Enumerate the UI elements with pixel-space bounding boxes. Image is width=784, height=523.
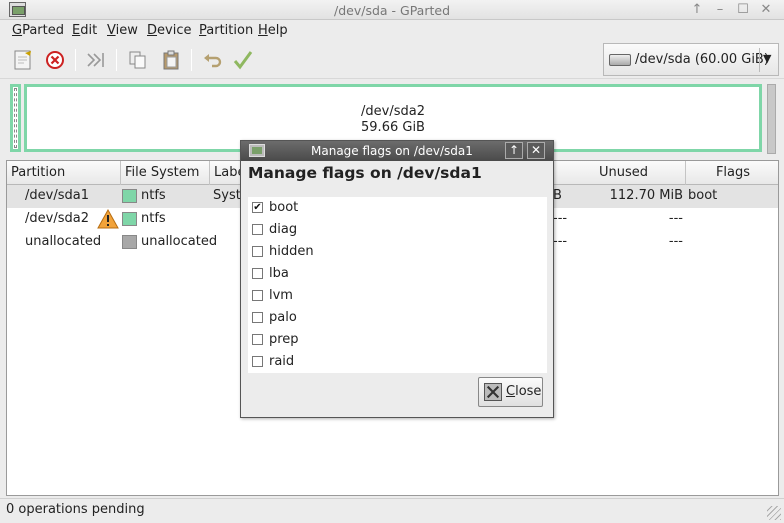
status-bar: 0 operations pending <box>0 498 784 523</box>
dialog-heading: Manage flags on /dev/sda1 <box>248 164 482 182</box>
flag-lvm[interactable]: lvm <box>248 285 547 307</box>
paste-icon[interactable] <box>158 47 184 73</box>
menu-edit[interactable]: Edit <box>72 23 97 38</box>
partition-name: /dev/sda2 <box>25 211 89 226</box>
delete-icon[interactable] <box>42 47 68 73</box>
device-selector[interactable]: /dev/sda (60.00 GiB) ▼ <box>603 43 779 76</box>
flag-label: prep <box>269 332 299 347</box>
toolbar-separator <box>116 49 117 71</box>
disk-partition-sda1[interactable] <box>10 84 21 152</box>
flag-label: lba <box>269 266 289 281</box>
new-partition-icon[interactable] <box>10 47 36 73</box>
disk-partition-size: 59.66 GiB <box>361 120 425 135</box>
dialog-title: Manage flags on /dev/sda1 <box>311 144 473 158</box>
close-button-label: Close <box>506 384 542 399</box>
flag-hidden[interactable]: hidden <box>248 241 547 263</box>
checkbox[interactable] <box>252 356 263 367</box>
close-button[interactable]: Close <box>478 377 543 407</box>
unused-value: 112.70 MiB <box>609 188 683 203</box>
menu-help[interactable]: Help <box>258 23 288 38</box>
checkbox[interactable] <box>252 246 263 257</box>
size-value: --- <box>553 211 568 226</box>
hard-disk-icon <box>609 54 631 66</box>
fs-color-swatch <box>122 235 137 249</box>
column-partition[interactable]: Partition <box>7 161 121 185</box>
flag-lba[interactable]: lba <box>248 263 547 285</box>
fs-color-swatch <box>122 212 137 226</box>
toolbar-separator <box>191 49 192 71</box>
menu-view[interactable]: View <box>107 23 138 38</box>
dropdown-arrow-icon: ▼ <box>763 52 772 65</box>
menu-partition[interactable]: Partition <box>199 23 253 38</box>
close-window-button[interactable]: ✕ <box>757 1 775 19</box>
dialog-close-x-button[interactable]: ✕ <box>527 142 545 159</box>
device-selector-divider <box>759 48 760 72</box>
maximize-button[interactable]: ☐ <box>734 1 752 19</box>
flag-prep[interactable]: prep <box>248 329 547 351</box>
flag-label: diag <box>269 222 298 237</box>
apply-icon[interactable] <box>230 47 256 73</box>
copy-icon[interactable] <box>125 47 151 73</box>
dialog-keep-above-button[interactable]: ↑ <box>505 142 523 159</box>
checkbox[interactable] <box>252 290 263 301</box>
flag-palo[interactable]: palo <box>248 307 547 329</box>
size-value: B <box>553 188 562 203</box>
warning-icon <box>97 209 119 229</box>
filesystem: ntfs <box>141 188 166 203</box>
flag-label: hidden <box>269 244 314 259</box>
flag-label: raid <box>269 354 295 369</box>
gparted-dialog-icon <box>249 144 265 157</box>
menu-bar: GParted Edit View Device Partition Help <box>0 20 784 41</box>
minimize-button[interactable]: – <box>711 1 729 19</box>
flag-diag[interactable]: diag <box>248 219 547 241</box>
resize-grip[interactable] <box>767 506 781 520</box>
window-title: /dev/sda - GParted <box>334 3 450 18</box>
disk-graph-scrollbar[interactable] <box>767 84 776 154</box>
manage-flags-dialog: Manage flags on /dev/sda1 ↑ ✕ Manage fla… <box>240 140 554 418</box>
undo-icon[interactable] <box>200 47 226 73</box>
flag-label: palo <box>269 310 297 325</box>
flag-raid[interactable]: raid <box>248 351 547 373</box>
partition-name: unallocated <box>25 234 102 249</box>
checkbox[interactable] <box>252 268 263 279</box>
resize-move-icon[interactable] <box>83 47 109 73</box>
toolbar-separator <box>75 49 76 71</box>
menu-device[interactable]: Device <box>147 23 191 38</box>
partition-label: Syst <box>213 188 241 203</box>
filesystem: unallocated <box>141 234 218 249</box>
checkbox[interactable] <box>252 312 263 323</box>
size-value: --- <box>553 234 568 249</box>
flags-list: ✔ boot diag hidden lba lvm palo prep rai… <box>248 197 547 373</box>
menu-gparted[interactable]: GParted <box>12 23 64 38</box>
filesystem: ntfs <box>141 211 166 226</box>
unused-value: --- <box>668 211 683 226</box>
column-flags[interactable]: Flags <box>686 161 778 185</box>
fs-color-swatch <box>122 189 137 203</box>
checkbox[interactable] <box>252 334 263 345</box>
column-unused[interactable]: Unused <box>562 161 686 185</box>
close-icon <box>484 383 502 401</box>
device-label: /dev/sda (60.00 GiB) <box>635 52 769 67</box>
title-bar: /dev/sda - GParted ↑ – ☐ ✕ <box>0 0 784 20</box>
disk-partition-name: /dev/sda2 <box>361 104 425 119</box>
checkbox[interactable] <box>252 224 263 235</box>
keep-above-button[interactable]: ↑ <box>688 1 706 19</box>
checkbox-checked[interactable]: ✔ <box>252 202 263 213</box>
flags-value: boot <box>688 188 718 203</box>
dialog-title-bar: Manage flags on /dev/sda1 ↑ ✕ <box>241 141 553 161</box>
flag-label: lvm <box>269 288 293 303</box>
partition-name: /dev/sda1 <box>25 188 89 203</box>
flag-label: boot <box>269 200 299 215</box>
unused-value: --- <box>668 234 683 249</box>
flag-boot[interactable]: ✔ boot <box>248 197 547 219</box>
status-text: 0 operations pending <box>6 502 145 517</box>
column-file-system[interactable]: File System <box>121 161 210 185</box>
